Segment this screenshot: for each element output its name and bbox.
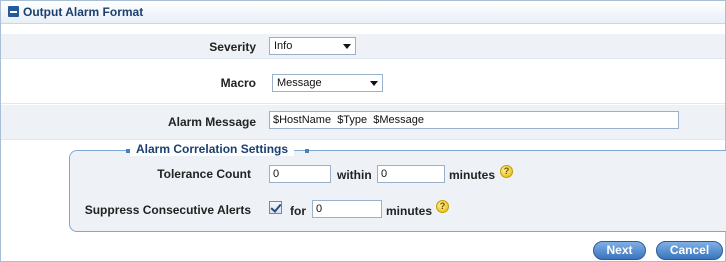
alarm-message-input[interactable] — [269, 111, 679, 129]
suppress-alerts-checkbox[interactable] — [269, 201, 282, 214]
suppress-alerts-label: Suppress Consecutive Alerts — [84, 203, 251, 217]
macro-row: Macro Message — [1, 63, 725, 104]
cancel-button[interactable]: Cancel — [656, 241, 723, 260]
next-button[interactable]: Next — [593, 241, 646, 260]
severity-label: Severity — [209, 40, 256, 54]
suppress-for-input[interactable] — [312, 200, 382, 218]
chevron-down-icon[interactable] — [370, 81, 378, 86]
suppress-minutes-label: minutes — [386, 204, 433, 218]
collapse-minus-icon[interactable] — [8, 6, 19, 17]
help-question-icon[interactable]: ? — [500, 165, 513, 178]
alarm-correlation-legend: Alarm Correlation Settings — [130, 142, 295, 156]
alarm-message-label: Alarm Message — [167, 115, 256, 129]
legend-bullet-right — [305, 149, 309, 153]
help-question-icon[interactable]: ? — [436, 200, 449, 213]
macro-selected-value: Message — [277, 77, 322, 89]
alarm-message-row: Alarm Message — [1, 105, 725, 140]
severity-selected-value: Info — [274, 40, 293, 52]
tolerance-count-label: Tolerance Count — [157, 167, 251, 181]
output-alarm-format-panel: Output Alarm Format Severity Info Macro … — [0, 0, 726, 262]
tolerance-count-input[interactable] — [269, 165, 331, 183]
for-label: for — [290, 204, 306, 218]
tolerance-minutes-label: minutes — [449, 168, 496, 182]
severity-select[interactable]: Info — [269, 37, 356, 55]
within-input[interactable] — [377, 165, 445, 183]
within-label: within — [337, 168, 372, 182]
macro-label: Macro — [220, 76, 256, 90]
macro-select[interactable]: Message — [272, 74, 383, 92]
chevron-down-icon[interactable] — [343, 44, 351, 49]
panel-title: Output Alarm Format — [23, 5, 144, 19]
severity-row: Severity Info — [1, 34, 725, 59]
alarm-correlation-fieldset — [69, 150, 726, 232]
panel-header[interactable]: Output Alarm Format — [1, 1, 725, 24]
